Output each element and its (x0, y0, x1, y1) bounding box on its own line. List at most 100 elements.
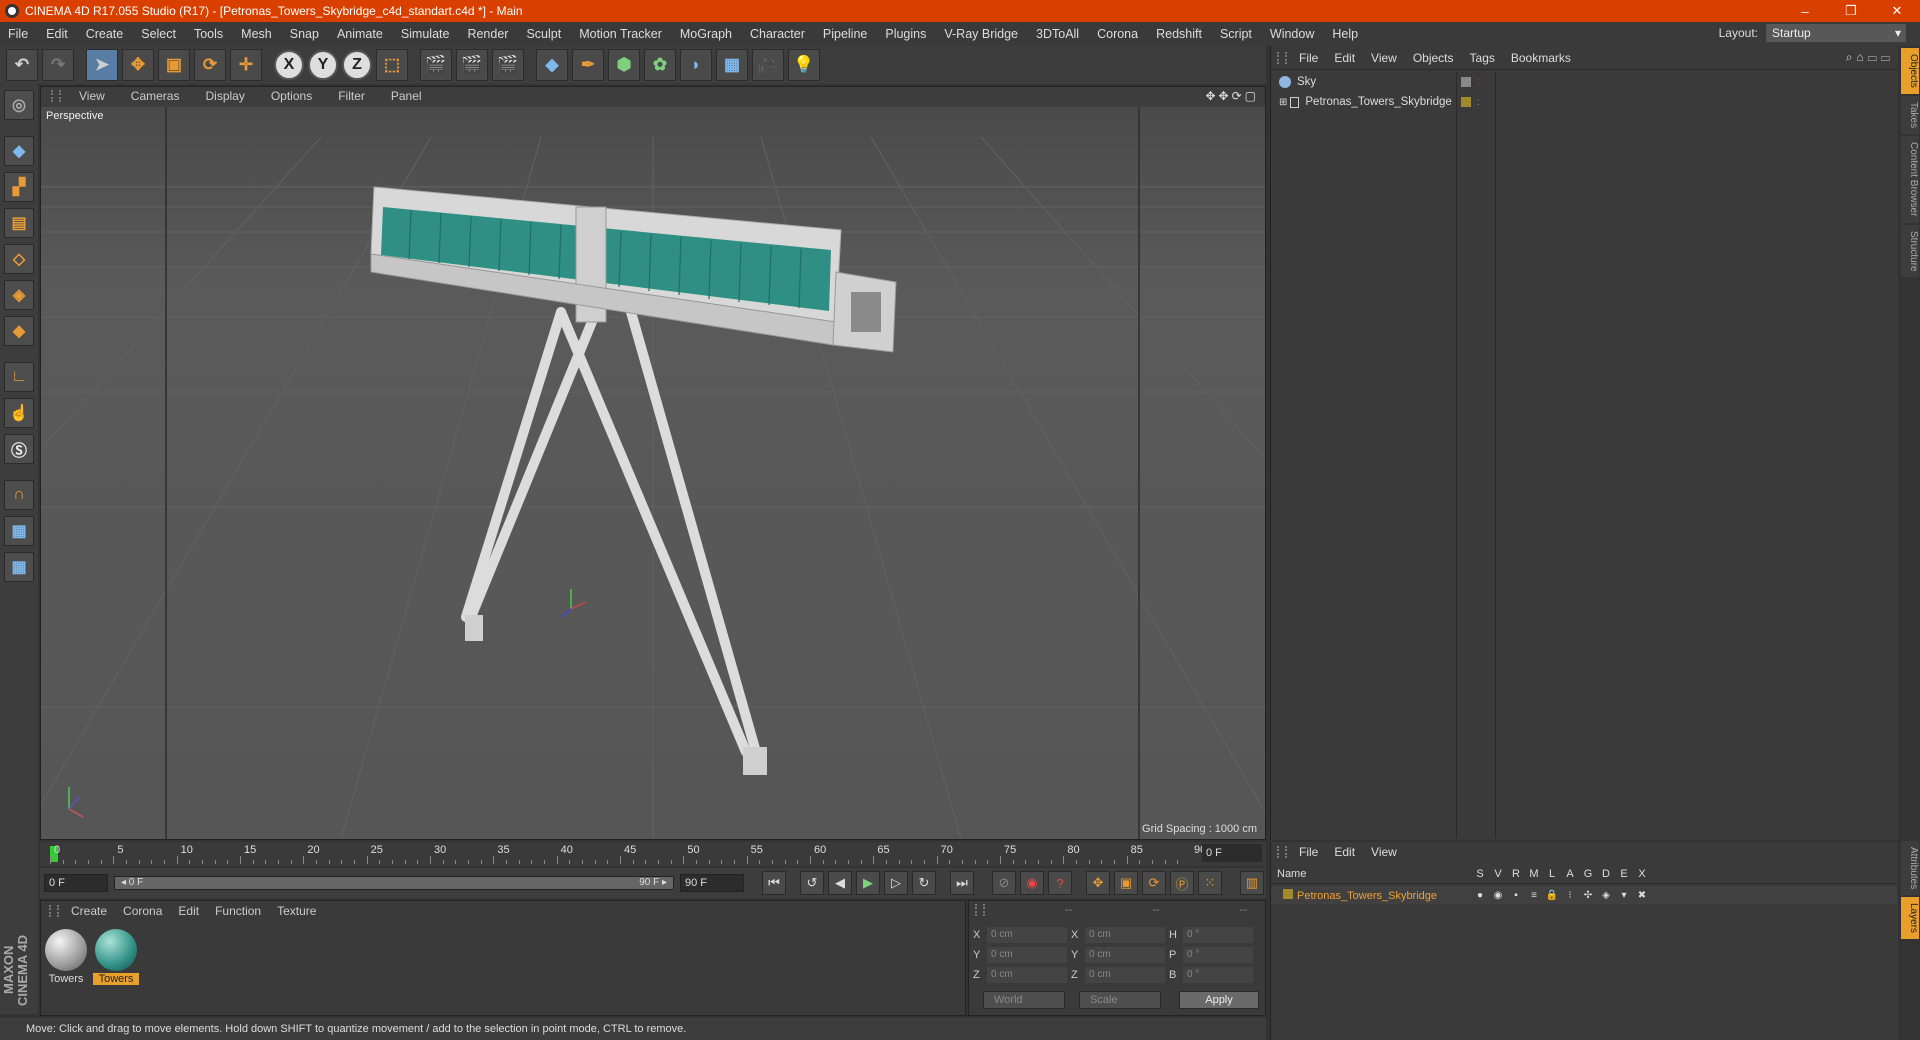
rotation-key-icon[interactable]: ⟳ (1142, 871, 1166, 895)
visibility-dots-icon[interactable]: ⁚ (1477, 78, 1480, 87)
menu-file[interactable]: File (0, 27, 37, 41)
manager-toggle-icon[interactable]: ≡ (1525, 890, 1543, 901)
keyframe-selection-icon[interactable]: ? (1048, 871, 1072, 895)
panel-grip-icon[interactable] (1277, 846, 1287, 858)
minimize-button[interactable]: – (1782, 0, 1828, 22)
menu-select[interactable]: Select (132, 27, 185, 41)
render-picture-viewer-icon[interactable]: 🎬 (456, 49, 488, 81)
menu-simulate[interactable]: Simulate (392, 27, 459, 41)
timeline-ruler[interactable]: 0 5 10 15 20 25 30 35 40 45 50 55 60 65 70 75 80 85 90 0 F (40, 842, 1266, 866)
apply-button[interactable]: Apply (1179, 991, 1259, 1009)
redo-icon[interactable]: ↷ (42, 49, 74, 81)
material-menu-corona[interactable]: Corona (115, 904, 170, 918)
material-menu-function[interactable]: Function (207, 904, 269, 918)
object-menu-edit[interactable]: Edit (1326, 51, 1363, 65)
menu-animate[interactable]: Animate (328, 27, 392, 41)
snapping-icon[interactable]: ∩ (4, 480, 34, 510)
render-toggle-icon[interactable]: ▪ (1507, 890, 1525, 901)
menu-edit[interactable]: Edit (37, 27, 77, 41)
object-menu-file[interactable]: File (1291, 51, 1326, 65)
column-solo[interactable]: S (1471, 868, 1489, 883)
object-menu-view[interactable]: View (1363, 51, 1405, 65)
menu-sculpt[interactable]: Sculpt (517, 27, 570, 41)
expression-toggle-icon[interactable]: ▾ (1615, 890, 1633, 901)
next-frame-icon[interactable]: ▷ (884, 871, 908, 895)
solo-toggle-icon[interactable]: ● (1471, 890, 1489, 901)
layer-menu-file[interactable]: File (1291, 845, 1326, 859)
size-y-field[interactable]: 0 cm (1085, 947, 1165, 963)
points-mode-icon[interactable]: ◇ (4, 244, 34, 274)
previous-frame-icon[interactable]: ◀ (828, 871, 852, 895)
lock-toggle-icon[interactable]: 🔒 (1543, 890, 1561, 901)
xref-toggle-icon[interactable]: ✖ (1633, 890, 1651, 901)
select-tool-icon[interactable]: ➤ (86, 49, 118, 81)
perspective-viewport[interactable]: Perspective Grid Spacing : 1000 cm (41, 107, 1265, 839)
tab-attributes[interactable]: Attributes (1901, 841, 1919, 896)
model-mode-icon[interactable]: ◆ (4, 136, 34, 166)
start-frame-field[interactable]: 0 F (44, 874, 108, 892)
menu-pipeline[interactable]: Pipeline (814, 27, 876, 41)
layer-row[interactable]: Petronas_Towers_Skybridge ● ◉ ▪ ≡ 🔒 ⁝ ✣ … (1271, 886, 1897, 904)
viewport-menu-cameras[interactable]: Cameras (117, 89, 192, 103)
edges-mode-icon[interactable]: ◈ (4, 280, 34, 310)
current-frame-field[interactable]: 0 F (1202, 844, 1262, 862)
object-menu-objects[interactable]: Objects (1405, 51, 1462, 65)
floor-scene-icon[interactable]: ▦ (716, 49, 748, 81)
panel-grip-icon[interactable] (49, 905, 59, 917)
generator-toggle-icon[interactable]: ✣ (1579, 890, 1597, 901)
restore-button[interactable]: ❐ (1828, 0, 1874, 22)
position-key-icon[interactable]: ✥ (1086, 871, 1110, 895)
layer-menu-edit[interactable]: Edit (1326, 845, 1363, 859)
object-row-sky[interactable]: Sky (1271, 72, 1456, 92)
tab-takes[interactable]: Takes (1901, 95, 1919, 135)
material-menu-edit[interactable]: Edit (170, 904, 207, 918)
menu-mesh[interactable]: Mesh (232, 27, 281, 41)
deformer-toggle-icon[interactable]: ◈ (1597, 890, 1615, 901)
rotation-h-field[interactable]: 0 ° (1183, 927, 1253, 943)
menu-tools[interactable]: Tools (185, 27, 232, 41)
axis-mode-icon[interactable]: ∟ (4, 362, 34, 392)
expand-icon[interactable]: ⊞ (1279, 97, 1287, 108)
rotate-tool-icon[interactable]: ⟳ (194, 49, 226, 81)
viewport-menu-display[interactable]: Display (191, 89, 256, 103)
parameter-key-icon[interactable]: Ⓟ (1170, 871, 1194, 895)
grid-snap-icon[interactable]: ▦ (4, 552, 34, 582)
tab-layers[interactable]: Layers (1901, 897, 1919, 940)
point-level-animation-icon[interactable]: ⁙ (1198, 871, 1222, 895)
menu-create[interactable]: Create (77, 27, 133, 41)
layout-dropdown[interactable]: Startup (1766, 24, 1906, 42)
panel-grip-icon[interactable] (975, 904, 985, 916)
panel-grip-icon[interactable] (1277, 51, 1287, 64)
close-button[interactable]: ✕ (1874, 0, 1920, 22)
menu-plugins[interactable]: Plugins (876, 27, 935, 41)
animation-toggle-icon[interactable]: ⁝ (1561, 890, 1579, 901)
viewport-menu-options[interactable]: Options (257, 89, 324, 103)
visibility-dots-icon[interactable]: ⁚ (1477, 98, 1480, 107)
frame-range-slider[interactable]: ◂ 0 F 90 F ▸ (114, 876, 674, 890)
array-generator-icon[interactable]: ✿ (644, 49, 676, 81)
column-expressions[interactable]: E (1615, 868, 1633, 883)
end-frame-field[interactable]: 90 F (680, 874, 744, 892)
object-menu-bookmarks[interactable]: Bookmarks (1503, 51, 1579, 65)
timeline-track[interactable]: 0 5 10 15 20 25 30 35 40 45 50 55 60 65 70 75 80 85 90 (50, 844, 1206, 864)
column-view[interactable]: V (1489, 868, 1507, 883)
camera-object-icon[interactable]: 🎥 (752, 49, 784, 81)
make-editable-icon[interactable]: ◎ (4, 90, 34, 120)
go-to-start-icon[interactable]: ⏮ (762, 871, 786, 895)
tab-objects[interactable]: Objects (1901, 48, 1919, 94)
size-mode-dropdown[interactable]: Scale (1079, 991, 1161, 1009)
render-view-icon[interactable]: 🎬 (420, 49, 452, 81)
scale-key-icon[interactable]: ▣ (1114, 871, 1138, 895)
view-toggle-icon[interactable]: ◉ (1489, 890, 1507, 901)
pen-spline-icon[interactable]: ✒ (572, 49, 604, 81)
menu-mograph[interactable]: MoGraph (671, 27, 741, 41)
column-manager[interactable]: M (1525, 868, 1543, 883)
undo-icon[interactable]: ↶ (6, 49, 38, 81)
menu-snap[interactable]: Snap (281, 27, 328, 41)
size-x-field[interactable]: 0 cm (1085, 927, 1165, 943)
column-xref[interactable]: X (1633, 868, 1651, 883)
coordinate-space-dropdown[interactable]: World (983, 991, 1065, 1009)
tweak-mode-icon[interactable]: ☝ (4, 398, 34, 428)
material-menu-create[interactable]: Create (63, 904, 115, 918)
column-generators[interactable]: G (1579, 868, 1597, 883)
